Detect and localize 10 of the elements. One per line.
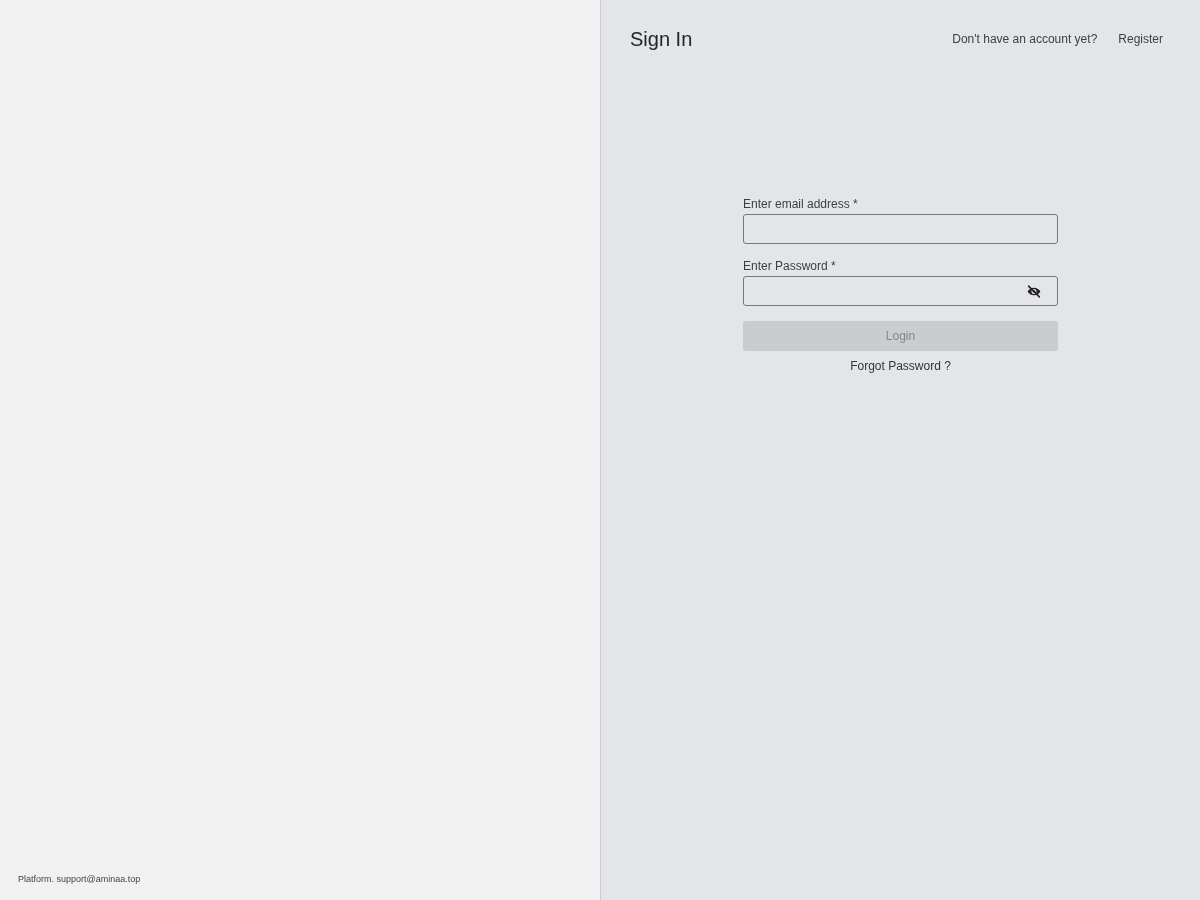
eye-slash-icon[interactable] [1027,284,1041,298]
page-title: Sign In [630,27,693,51]
email-field[interactable] [743,214,1058,244]
register-link[interactable]: Register [1118,32,1163,46]
footer-text: Platform. support@aminaa.top [18,873,141,885]
register-prompt: Don't have an account yet? [952,32,1098,46]
field-label: Enter Password * [743,259,836,273]
forgot-password-link[interactable]: Forgot Password ? [850,359,951,373]
field-label: Enter email address * [743,197,858,211]
password-field[interactable] [743,276,1058,306]
